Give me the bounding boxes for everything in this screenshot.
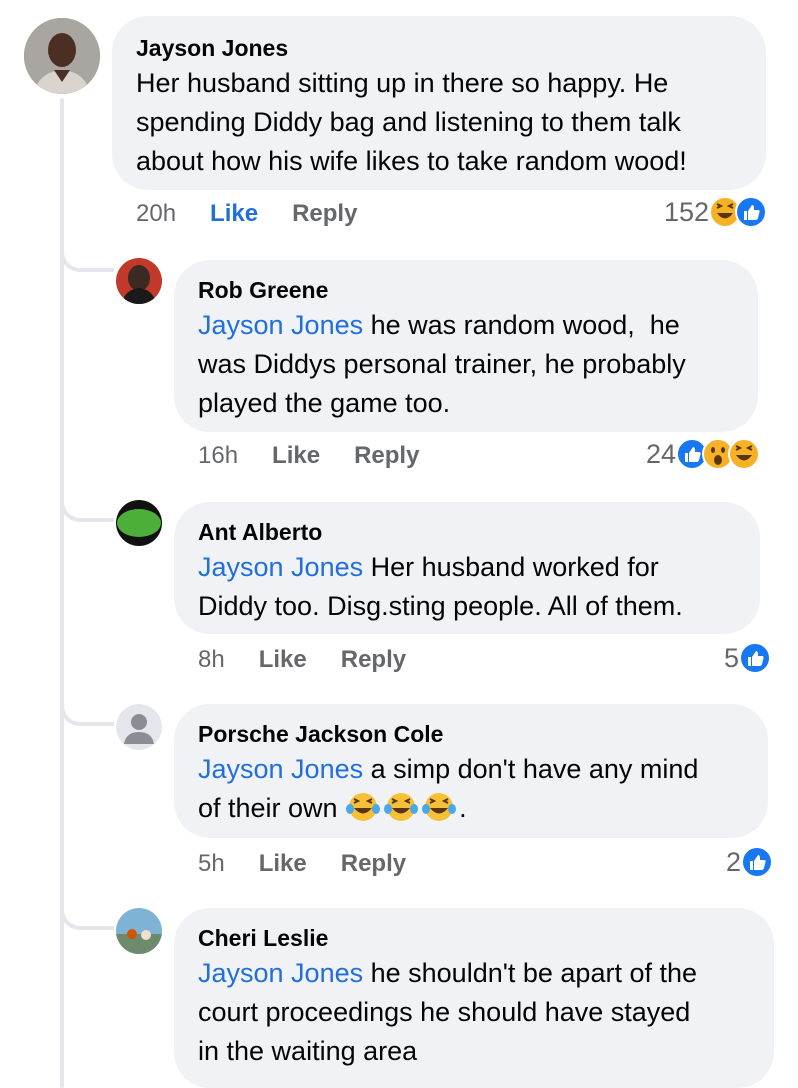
like-icon (741, 846, 774, 878)
like-button[interactable]: Like (272, 442, 320, 470)
comment-actions: 20h Like Reply (136, 200, 357, 228)
comment-author[interactable]: Rob Greene (198, 276, 734, 304)
mention-link[interactable]: Jayson Jones (198, 552, 363, 582)
comment-time[interactable]: 8h (198, 646, 225, 674)
reaction-count: 2 (726, 846, 742, 877)
comment-text: Jayson Jones a simp don't have any mind … (198, 750, 744, 828)
comment-bubble: Ant Alberto Jayson Jones Her husband wor… (174, 502, 760, 634)
comment-actions: 8h Like Reply (198, 646, 406, 674)
comment-text: Jayson Jones Her husband worked for Didd… (198, 548, 736, 626)
reaction-count: 24 (646, 438, 677, 469)
comment-bubble: Porsche Jackson Cole Jayson Jones a simp… (174, 704, 768, 838)
comment-text-line: Her husband sitting up in there so happy… (136, 68, 669, 98)
tears-of-joy-emoji-icon (422, 793, 457, 821)
comment-text-line: Diddy too. Disg.sting people. All of the… (198, 591, 683, 621)
reply-button[interactable]: Reply (341, 646, 406, 674)
avatar-photo (116, 908, 162, 954)
reaction-summary[interactable]: 24 (646, 438, 761, 470)
comment-text: Jayson Jones he shouldn't be apart of th… (198, 954, 750, 1071)
comment-time[interactable]: 5h (198, 850, 225, 878)
like-button[interactable]: Like (259, 850, 307, 878)
comment-text-segment: of their own (198, 793, 346, 823)
reply-connector (60, 904, 114, 930)
comment-text-segment: a simp don't have any mind (363, 754, 699, 784)
comment-text-line: Jayson Jones a simp don't have any mind (198, 750, 744, 789)
comment-text-line: played the game too. (198, 388, 451, 418)
avatar-photo (24, 18, 100, 94)
avatar[interactable] (24, 18, 100, 94)
like-icon (735, 196, 768, 228)
tears-of-joy-emoji-icon (384, 793, 419, 821)
like-icon (739, 642, 772, 674)
comment-text-line: about how his wife likes to take random … (136, 146, 687, 176)
mention-link[interactable]: Jayson Jones (198, 310, 363, 340)
reaction-count: 152 (664, 196, 710, 227)
reaction-summary[interactable]: 5 (724, 642, 772, 674)
reply-button[interactable]: Reply (341, 850, 406, 878)
comment-text: Her husband sitting up in there so happy… (136, 64, 742, 181)
comment-bubble: Cheri Leslie Jayson Jones he shouldn't b… (174, 908, 774, 1088)
comment-time[interactable]: 16h (198, 442, 238, 470)
comment-text-line: of their own . (198, 789, 744, 828)
avatar[interactable] (116, 500, 162, 546)
comment-text-line: Jayson Jones he shouldn't be apart of th… (198, 954, 750, 993)
comment-actions: 16h Like Reply (198, 442, 419, 470)
reply-connector (60, 496, 114, 522)
mention-link[interactable]: Jayson Jones (198, 958, 363, 988)
reply-button[interactable]: Reply (292, 200, 357, 228)
comment-author[interactable]: Jayson Jones (136, 34, 742, 62)
comment-bubble: Rob Greene Jayson Jones he was random wo… (174, 260, 758, 432)
comment-text-line: spending Diddy bag and listening to them… (136, 107, 681, 137)
avatar-photo (116, 258, 162, 304)
reply-button[interactable]: Reply (354, 442, 419, 470)
avatar-photo (116, 500, 162, 546)
comment-author[interactable]: Cheri Leslie (198, 924, 750, 952)
comment-time[interactable]: 20h (136, 200, 176, 228)
haha-icon (728, 438, 761, 470)
comment-text-segment: he shouldn't be apart of the (363, 958, 698, 988)
comment-text-segment: he was random wood, he (363, 310, 680, 340)
comment-text-line: was Diddys personal trainer, he probably (198, 349, 686, 379)
reaction-summary[interactable]: 2 (726, 846, 774, 878)
comment-text-line: Jayson Jones he was random wood, he (198, 306, 734, 345)
comment-author[interactable]: Porsche Jackson Cole (198, 720, 744, 748)
tears-of-joy-emoji-icon (346, 793, 381, 821)
comment-text-line: Jayson Jones Her husband worked for (198, 548, 736, 587)
comment-bubble: Jayson Jones Her husband sitting up in t… (112, 16, 766, 190)
comment-actions: 5h Like Reply (198, 850, 406, 878)
avatar[interactable] (116, 908, 162, 954)
reaction-summary[interactable]: 152 (664, 196, 768, 228)
like-button[interactable]: Like (259, 646, 307, 674)
reply-connector (60, 246, 114, 272)
comment-text-line: court proceedings he should have stayed (198, 997, 691, 1027)
avatar[interactable] (116, 704, 162, 750)
comment-text-segment: Her husband worked for (363, 552, 659, 582)
comment-text: Jayson Jones he was random wood, he was … (198, 306, 734, 423)
like-button[interactable]: Like (210, 200, 258, 228)
reply-connector (60, 700, 114, 726)
comment-author[interactable]: Ant Alberto (198, 518, 736, 546)
mention-link[interactable]: Jayson Jones (198, 754, 363, 784)
comment-text-line: in the waiting area (198, 1036, 418, 1066)
reaction-count: 5 (724, 642, 740, 673)
default-avatar-icon (116, 704, 162, 750)
comment-text-segment: . (459, 793, 467, 823)
avatar[interactable] (116, 258, 162, 304)
